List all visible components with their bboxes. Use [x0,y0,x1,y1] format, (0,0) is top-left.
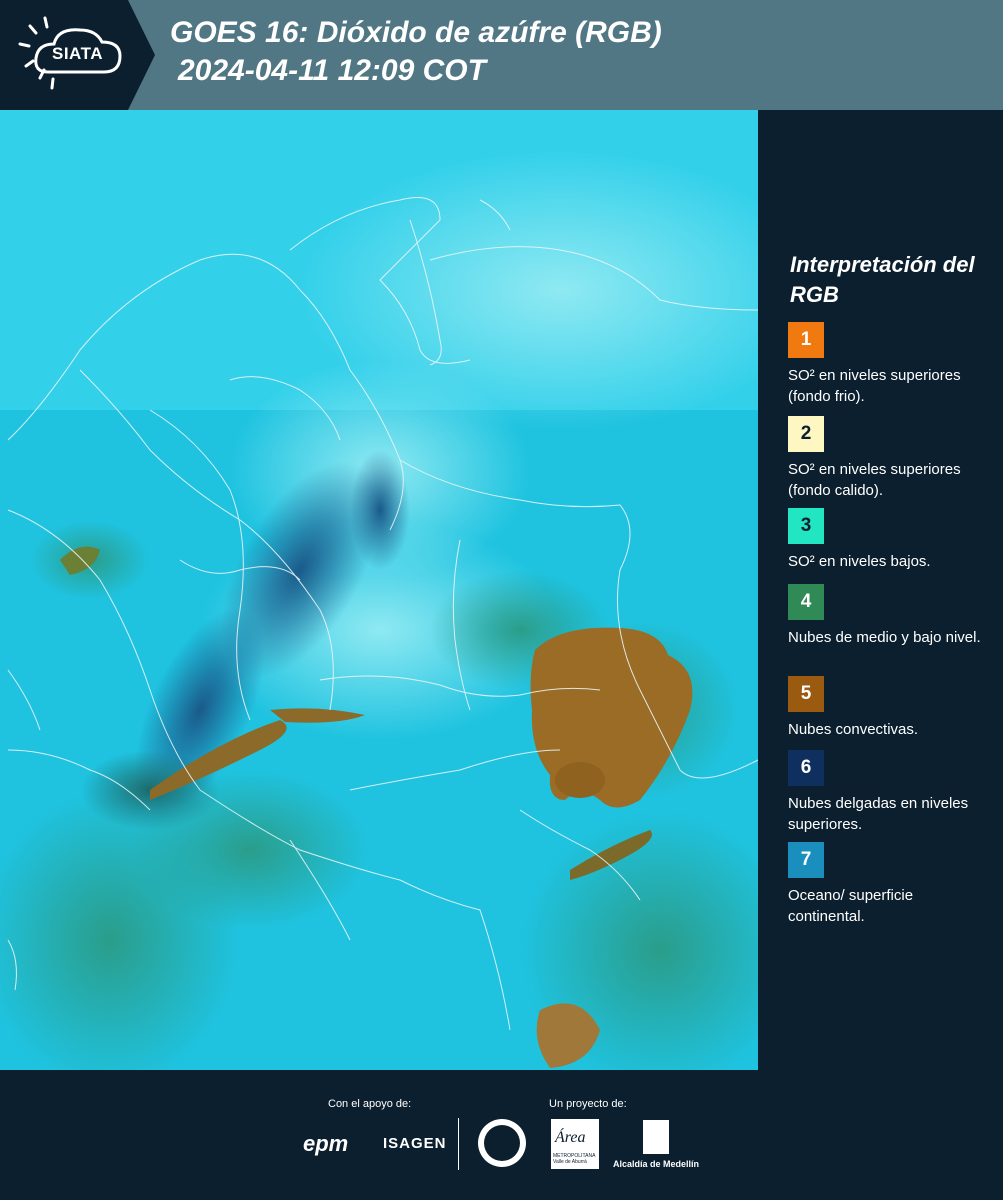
legend-title: Interpretación del RGB [790,252,975,307]
footer: Con el apoyo de: Un proyecto de: epm ISA… [0,1070,1003,1200]
legend-item-4: 4 Nubes de medio y bajo nivel. [788,584,998,648]
legend-item-5: 5 Nubes convectivas. [788,676,998,740]
page-title: GOES 16: Dióxido de azúfre (RGB) [170,16,662,49]
legend-label-6: Nubes delgadas en niveles superiores. [788,795,969,833]
alcaldia-logo-text: Alcaldía de Medellín [613,1159,700,1169]
legend-item-6: 6 Nubes delgadas en niveles superiores. [788,750,998,835]
epm-logo: epm [303,1131,349,1156]
siata-logo-text: SIATA [52,44,103,63]
legend-item-2: 2 SO² en niveles superiores (fondo calid… [788,416,998,501]
legend-label-5: Nubes convectivas. [788,721,919,738]
footer-divider [458,1118,459,1170]
legend-swatch-4: 4 [788,584,824,620]
siata-logo: SIATA [0,0,155,110]
legend-swatch-5: 5 [788,676,824,712]
legend-label-4: Nubes de medio y bajo nivel. [788,629,981,646]
support-label: Con el apoyo de: [328,1098,412,1110]
medellin-seal-icon [478,1119,526,1167]
legend-swatch-3: 3 [788,508,824,544]
legend-swatch-1: 1 [788,322,824,358]
legend-label-1: SO² en niveles superiores (fondo frio). [788,367,961,405]
area-logo-subtext: METROPOLITANA Valle de Aburrá [553,1153,596,1165]
alcaldia-shield-icon [643,1120,669,1154]
header-bar: SIATA GOES 16: Dióxido de azúfre (RGB) 2… [0,0,1003,110]
area-logo-text: Área [555,1129,586,1146]
legend-item-1: 1 SO² en niveles superiores (fondo frio)… [788,322,998,407]
area-metropolitana-logo: Área METROPOLITANA Valle de Aburrá [551,1119,599,1169]
satellite-map-image [0,110,758,1070]
project-label: Un proyecto de: [549,1098,627,1110]
legend-swatch-7: 7 [788,842,824,878]
isagen-logo: ISAGEN [383,1135,447,1152]
legend-label-2: SO² en niveles superiores (fondo calido)… [788,461,961,499]
legend-item-7: 7 Oceano/ superficie continental. [788,842,998,927]
legend-label-3: SO² en niveles bajos. [788,553,931,570]
legend-label-7: Oceano/ superficie continental. [788,887,914,925]
legend-panel: Interpretación del RGB 1 SO² en niveles … [778,110,1003,1070]
legend-item-3: 3 SO² en niveles bajos. [788,508,998,572]
page-timestamp: 2024-04-11 12:09 COT [178,54,486,87]
legend-swatch-6: 6 [788,750,824,786]
legend-swatch-2: 2 [788,416,824,452]
